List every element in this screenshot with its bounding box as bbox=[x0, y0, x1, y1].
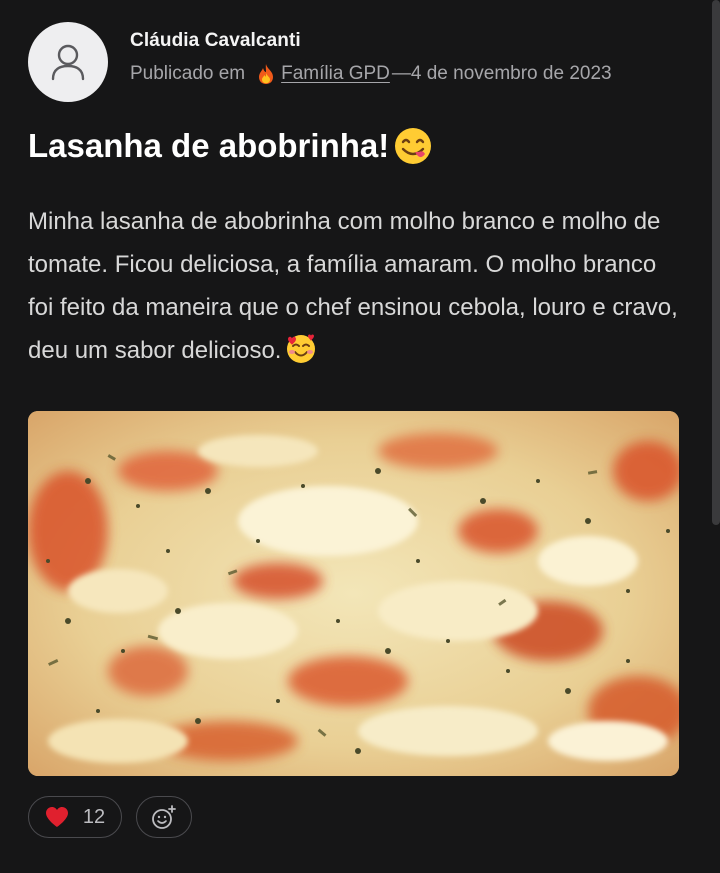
date-separator: — bbox=[391, 63, 411, 84]
group-name: Família GPD bbox=[281, 63, 390, 84]
like-count: 12 bbox=[82, 805, 106, 828]
add-reaction-button[interactable] bbox=[136, 796, 192, 838]
post-photo[interactable] bbox=[28, 411, 679, 776]
reactions-bar: 12 bbox=[28, 796, 192, 838]
heart-icon bbox=[45, 807, 68, 827]
face-savoring-food-emoji-icon bbox=[393, 126, 433, 166]
add-emoji-icon bbox=[152, 805, 176, 829]
lasagna-photo bbox=[28, 411, 679, 776]
group-link[interactable]: Família GPD bbox=[257, 63, 390, 85]
published-line: Publicado em Família GPD — 4 de novembro… bbox=[130, 63, 612, 85]
like-button[interactable]: 12 bbox=[28, 796, 122, 838]
post-title: Lasanha de abobrinha! bbox=[28, 127, 390, 164]
author-name[interactable]: Cláudia Cavalcanti bbox=[130, 30, 612, 52]
smiling-face-with-hearts-emoji-icon bbox=[285, 332, 317, 378]
post-meta: Cláudia Cavalcanti Publicado em Família … bbox=[130, 22, 612, 85]
post-header: Cláudia Cavalcanti Publicado em Família … bbox=[28, 22, 612, 102]
post-body: Minha lasanha de abobrinha com molho bra… bbox=[28, 200, 688, 378]
fire-icon bbox=[259, 64, 274, 84]
user-icon bbox=[51, 44, 85, 81]
scrollbar[interactable] bbox=[712, 0, 720, 525]
post-body-text: Minha lasanha de abobrinha com molho bra… bbox=[28, 208, 678, 364]
avatar[interactable] bbox=[28, 22, 108, 102]
post-page: Cláudia Cavalcanti Publicado em Família … bbox=[0, 0, 720, 873]
post-title-row: Lasanha de abobrinha! bbox=[28, 126, 433, 166]
post-date: 4 de novembro de 2023 bbox=[410, 63, 612, 84]
published-prefix: Publicado em bbox=[130, 63, 246, 84]
